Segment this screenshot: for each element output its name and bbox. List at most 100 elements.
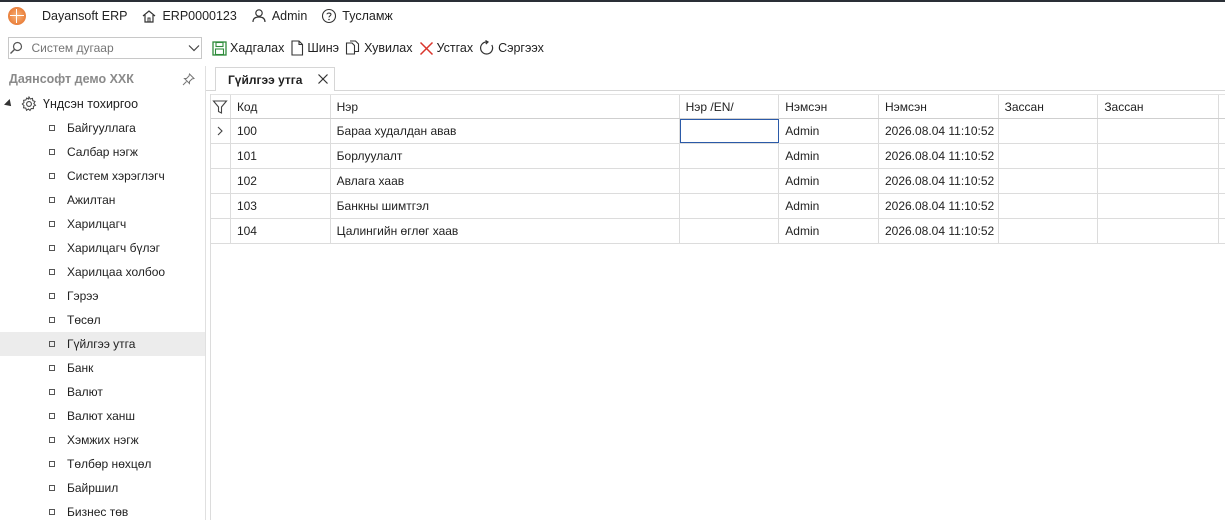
cell-name-en[interactable]: [680, 144, 780, 168]
row-selector[interactable]: [211, 194, 231, 218]
chevron-down-icon[interactable]: [187, 44, 202, 52]
cell-modified-at[interactable]: [1098, 194, 1219, 218]
sidebar-item[interactable]: Байршил: [0, 476, 205, 500]
table-row[interactable]: 100 Бараа худалдан авав Admin 2026.08.04 11…: [211, 119, 1225, 144]
cell-created-at[interactable]: 2026.08.04 11:10:52: [879, 194, 999, 218]
home-button[interactable]: ERP0000123: [141, 9, 237, 23]
sidebar-item[interactable]: Валют: [0, 380, 205, 404]
column-header-code[interactable]: Код: [231, 95, 331, 118]
save-button[interactable]: Хадгалах: [212, 40, 284, 56]
sidebar-item[interactable]: Харилцагч бүлэг: [0, 236, 205, 260]
cell-modified-at[interactable]: [1098, 144, 1219, 168]
cell-created-by[interactable]: Admin: [779, 169, 879, 193]
cell-code[interactable]: 100: [231, 119, 331, 143]
sidebar-item[interactable]: Хэмжих нэгж: [0, 428, 205, 452]
cell-created-at[interactable]: 2026.08.04 11:10:52: [879, 119, 999, 143]
cell-created-at[interactable]: 2026.08.04 11:10:52: [879, 144, 999, 168]
sidebar-item[interactable]: Төлбөр нөхцөл: [0, 452, 205, 476]
cell-created-by[interactable]: Admin: [779, 119, 879, 143]
sidebar-item[interactable]: Салбар нэгж: [0, 140, 205, 164]
cell-name-en[interactable]: [680, 219, 780, 243]
row-selector[interactable]: [211, 144, 231, 168]
sidebar-item[interactable]: Харилцаа холбоо: [0, 260, 205, 284]
cell-created-at[interactable]: 2026.08.04 11:10:52: [879, 169, 999, 193]
new-document-icon: [291, 40, 304, 56]
cell-modified-by[interactable]: [999, 169, 1099, 193]
tree-node-icon: [49, 461, 55, 467]
pin-icon[interactable]: [182, 72, 195, 86]
table-row[interactable]: 103 Банкны шимтгэл Admin 2026.08.04 11:10:5…: [211, 194, 1225, 219]
cell-modified-by[interactable]: [999, 219, 1099, 243]
cell-code[interactable]: 102: [231, 169, 331, 193]
sidebar-item[interactable]: Бизнес төв: [0, 500, 205, 520]
cell-name-en[interactable]: [679, 119, 780, 143]
cell-modified-at[interactable]: [1098, 119, 1219, 143]
cell-modified-by[interactable]: [999, 119, 1099, 143]
tree-node-icon: [49, 365, 55, 371]
tab-transaction-description[interactable]: Гүйлгээ утга: [215, 67, 335, 91]
refresh-label: Сэргээх: [498, 41, 544, 55]
table-row[interactable]: 102 Авлага хаав Admin 2026.08.04 11:10:52: [211, 169, 1225, 194]
close-icon[interactable]: [317, 73, 329, 85]
refresh-button[interactable]: Сэргээх: [479, 40, 544, 56]
cell-modified-by[interactable]: [999, 144, 1099, 168]
cell-name[interactable]: Бараа худалдан авав: [331, 119, 680, 143]
column-header-name[interactable]: Нэр: [331, 95, 680, 118]
cell-name[interactable]: Цалингийн өглөг хаав: [331, 219, 680, 243]
cell-created-at[interactable]: 2026.08.04 11:10:52: [879, 219, 999, 243]
column-header-modified-by[interactable]: Зассан: [999, 95, 1099, 118]
sidebar-item[interactable]: Гүйлгээ утга: [0, 332, 205, 356]
cell-created-by[interactable]: Admin: [779, 144, 879, 168]
sidebar-item[interactable]: Төсөл: [0, 308, 205, 332]
copy-button[interactable]: Хувилах: [345, 40, 413, 56]
cell-modified-at[interactable]: [1098, 169, 1219, 193]
cell-modified-at[interactable]: [1098, 219, 1219, 243]
caret-expanded-icon[interactable]: [4, 99, 14, 109]
sidebar-item[interactable]: Систем хэрэглэгч: [0, 164, 205, 188]
search-input[interactable]: [23, 41, 187, 55]
new-button[interactable]: Шинэ: [290, 40, 339, 56]
cell-code[interactable]: 101: [231, 144, 331, 168]
cell-code[interactable]: 104: [231, 219, 331, 243]
search-box[interactable]: [8, 37, 202, 59]
sidebar-item[interactable]: Харилцагч: [0, 212, 205, 236]
toolbar: Хадгалах Шинэ Хувилах Устгах Сэргээх: [212, 37, 550, 59]
tree-node-icon: [49, 269, 55, 275]
row-selector[interactable]: [211, 169, 231, 193]
sidebar-item-label: Бизнес төв: [67, 505, 129, 519]
cell-code[interactable]: 103: [231, 194, 331, 218]
delete-button[interactable]: Устгах: [419, 41, 473, 56]
cell-name[interactable]: Борлуулалт: [331, 144, 680, 168]
row-selector[interactable]: [211, 219, 231, 243]
column-header-name-en[interactable]: Нэр /EN/: [680, 95, 780, 118]
cell-created-by[interactable]: Admin: [779, 194, 879, 218]
home-icon: [143, 9, 156, 23]
cell-modified-by[interactable]: [999, 194, 1099, 218]
sidebar-item[interactable]: Ажилтан: [0, 188, 205, 212]
tree-node-icon: [49, 221, 55, 227]
cell-name-en[interactable]: [680, 194, 780, 218]
row-indicator-icon[interactable]: [211, 119, 231, 143]
sidebar-item[interactable]: Гэрээ: [0, 284, 205, 308]
tree-root-basic-settings[interactable]: Үндсэн тохиргоо: [0, 92, 205, 116]
sidebar-item[interactable]: Байгууллага: [0, 116, 205, 140]
cell-name-en[interactable]: [680, 169, 780, 193]
column-header-created-by[interactable]: Нэмсэн: [779, 95, 879, 118]
table-row[interactable]: 104 Цалингийн өглөг хаав Admin 2026.08.04 1…: [211, 219, 1225, 244]
column-header-created-at[interactable]: Нэмсэн: [879, 95, 999, 118]
column-header-modified-at[interactable]: Зассан: [1098, 95, 1219, 118]
cell-created-by[interactable]: Admin: [779, 219, 879, 243]
tree-node-icon: [49, 509, 55, 515]
panel-header: Даянсофт демо ХХК: [0, 66, 205, 92]
table-row[interactable]: 101 Борлуулалт Admin 2026.08.04 11:10:52: [211, 144, 1225, 169]
cell-name[interactable]: Авлага хаав: [331, 169, 680, 193]
sidebar-item[interactable]: Валют ханш: [0, 404, 205, 428]
copy-label: Хувилах: [364, 41, 413, 55]
cell-filler: [1219, 219, 1225, 243]
filter-icon[interactable]: [211, 95, 231, 118]
help-button[interactable]: Тусламж: [321, 8, 393, 24]
tree-node-icon: [49, 197, 55, 203]
sidebar-item[interactable]: Банк: [0, 356, 205, 380]
user-button[interactable]: Admin: [251, 8, 307, 23]
cell-name[interactable]: Банкны шимтгэл: [331, 194, 680, 218]
